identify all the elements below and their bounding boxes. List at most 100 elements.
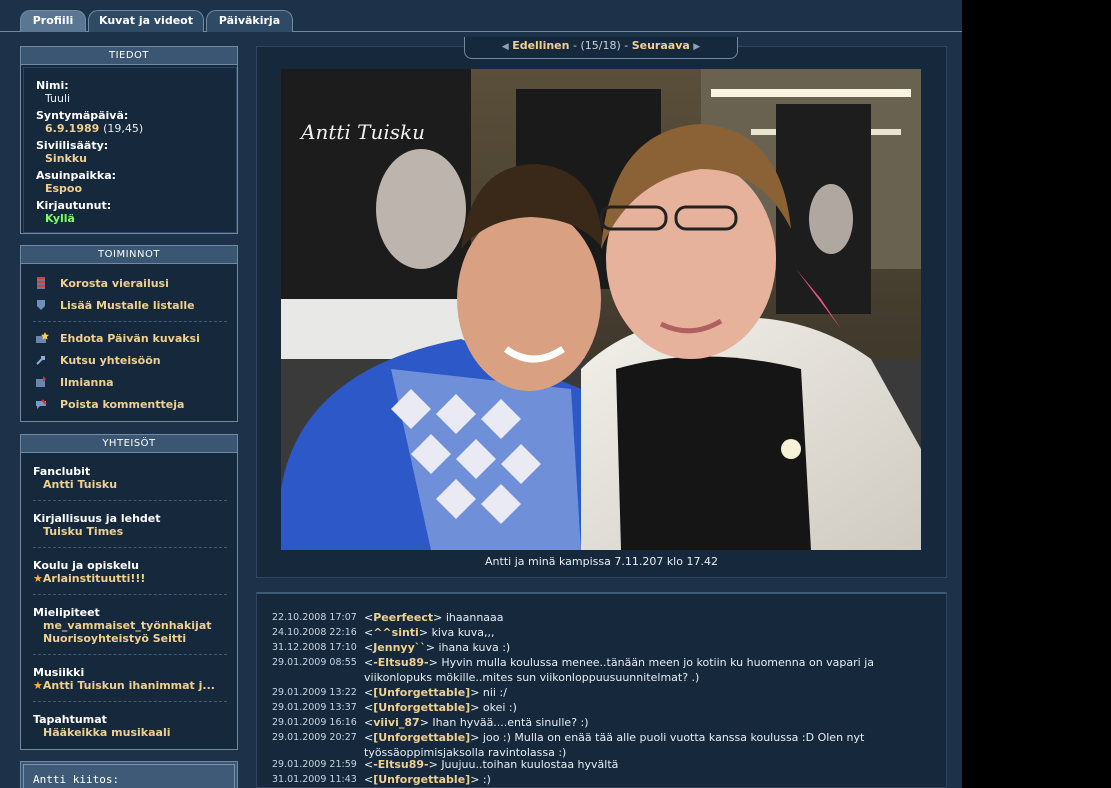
community-link[interactable]: Tuisku Times [43, 525, 123, 538]
next-arrow-icon: ▶ [693, 42, 701, 52]
comment-time: 31.01.2009 11:43 [272, 774, 357, 785]
action-label: Ilmianna [60, 375, 114, 389]
logged-row: Kirjautunut: Kyllä [36, 199, 111, 225]
comment-text: nii :/ [482, 686, 507, 699]
comment-nick[interactable]: viivi_87 [373, 716, 419, 729]
community-link[interactable]: Nuorisoyhteistyö Seitti [43, 632, 186, 645]
name-label: Nimi: [36, 79, 69, 92]
action-label: Korosta vierailusi [60, 276, 169, 290]
empty-area [962, 0, 1111, 788]
star-photo-icon [35, 332, 49, 344]
page: Profiili Kuvat ja videot Päiväkirja TIED… [0, 0, 962, 788]
comment-text: ihaannaaa [445, 611, 504, 624]
highlight-icon [37, 277, 45, 289]
delete-comments-action[interactable]: Poista kommentteja [35, 396, 184, 412]
birthday-label: Syntymäpäivä: [36, 109, 129, 122]
star-icon: ★ [33, 679, 43, 692]
tab-profile[interactable]: Profiili [20, 10, 86, 32]
status-label: Siviilisääty: [36, 139, 109, 152]
actions-box: TOIMINNOT Korosta vierailusi Lisää Musta… [20, 245, 238, 422]
comment-time: 29.01.2009 16:16 [272, 717, 357, 728]
community-link[interactable]: Hääkeikka musikaali [43, 726, 171, 739]
star-icon: ★ [33, 572, 43, 585]
city-row: Asuinpaikka: Espoo [36, 169, 116, 195]
status-value: Sinkku [45, 152, 87, 165]
communities-header: YHTEISÖT [21, 435, 237, 453]
divider [33, 547, 227, 548]
comment-text: ihana kuva :) [438, 641, 511, 654]
photo-caption: Antti ja minä kampissa 7.11.207 klo 17.4… [485, 555, 718, 568]
city-label: Asuinpaikka: [36, 169, 117, 182]
name-value: Tuuli [45, 92, 71, 105]
photo-illustration: Antti Tuisku [281, 69, 921, 550]
shield-icon [35, 299, 47, 311]
birthday-row: Syntymäpäivä: 6.9.1989 (19,45) [36, 109, 143, 135]
comment-text: Juujuu..toihan kuulostaa hyvältä [441, 758, 619, 771]
comment-time: 29.01.2009 13:22 [272, 687, 357, 698]
report-icon [35, 376, 47, 388]
comment-time: 31.12.2008 17:10 [272, 642, 357, 653]
age-value: (19,45) [103, 122, 144, 135]
thanks-box: Antti kiitos: [20, 761, 238, 788]
highlight-visit-action[interactable]: Korosta vierailusi [35, 275, 169, 291]
blacklist-action[interactable]: Lisää Mustalle listalle [35, 297, 195, 313]
comment-nick[interactable]: [Unforgettable] [373, 731, 470, 744]
suggest-photo-action[interactable]: Ehdota Päivän kuvaksi [35, 330, 200, 346]
prev-arrow-icon: ◀ [501, 42, 509, 52]
comment-nick[interactable]: [Unforgettable] [373, 686, 470, 699]
invite-icon [35, 354, 47, 366]
divider [33, 654, 227, 655]
comment-time: 29.01.2009 13:37 [272, 702, 357, 713]
community-link-label: Arlainstituutti!!! [42, 572, 146, 585]
tab-bar: Profiili Kuvat ja videot Päiväkirja [0, 0, 962, 32]
group-title: Musiikki [33, 666, 85, 679]
comment-time: 22.10.2008 17:07 [272, 612, 357, 623]
comment-text: kiva kuva,,, [431, 626, 495, 639]
comment-nick[interactable]: Jennyy`` [373, 641, 426, 654]
city-value: Espoo [45, 182, 83, 195]
photo[interactable]: Antti Tuisku [281, 69, 921, 550]
tab-photos-videos[interactable]: Kuvat ja videot [88, 10, 204, 32]
logged-value: Kyllä [45, 212, 75, 225]
group-title: Koulu ja opiskelu [33, 559, 140, 572]
community-link[interactable]: me_vammaiset_työnhakijat [43, 619, 212, 632]
next-link[interactable]: Seuraava [632, 39, 690, 52]
community-link[interactable]: Antti Tuisku [43, 478, 117, 491]
comment-nick[interactable]: -Eltsu89- [373, 758, 428, 771]
action-label: Poista kommentteja [60, 397, 185, 411]
poster-text: Antti Tuisku [299, 120, 425, 144]
comment-time: 29.01.2009 08:55 [272, 657, 357, 668]
comments-panel: 22.10.2008 17:07 <Peerfeect> ihaannaaa 2… [256, 592, 947, 788]
report-action[interactable]: Ilmianna [35, 374, 114, 390]
divider [33, 500, 227, 501]
comment-nick[interactable]: -Eltsu89- [373, 656, 428, 669]
communities-box: YHTEISÖT Fanclubit Antti Tuisku Kirjalli… [20, 434, 238, 750]
name-row: Nimi: Tuuli [36, 79, 70, 105]
group-title: Tapahtumat [33, 713, 107, 726]
comment-time: 29.01.2009 20:27 [272, 732, 357, 743]
comment-nick[interactable]: Peerfeect [373, 611, 433, 624]
group-title: Fanclubit [33, 465, 91, 478]
comment-time: 24.10.2008 22:16 [272, 627, 357, 638]
photo-nav: ◀ Edellinen - (15/18) - Seuraava ▶ [464, 37, 738, 59]
community-link[interactable]: ★Arlainstituutti!!! [33, 572, 145, 585]
comment-nick[interactable]: [Unforgettable] [373, 773, 470, 786]
community-link[interactable]: ★Antti Tuiskun ihanimmat j... [33, 679, 215, 692]
group-title: Kirjallisuus ja lehdet [33, 512, 161, 525]
action-label: Lisää Mustalle listalle [60, 298, 195, 312]
photo-counter: (15/18) [580, 39, 621, 52]
action-label: Ehdota Päivän kuvaksi [60, 331, 200, 345]
comment-nick[interactable]: ^^sinti [373, 626, 419, 639]
divider [33, 701, 227, 702]
comment-time: 29.01.2009 21:59 [272, 759, 357, 770]
tab-diary[interactable]: Päiväkirja [206, 10, 293, 32]
invite-action[interactable]: Kutsu yhteisöön [35, 352, 161, 368]
info-box: TIEDOT Nimi: Tuuli Syntymäpäivä: 6.9.198… [20, 46, 238, 234]
thanks-text: Antti kiitos: [23, 764, 235, 788]
prev-link[interactable]: Edellinen [512, 39, 569, 52]
action-label: Kutsu yhteisöön [60, 353, 161, 367]
comment-nick[interactable]: [Unforgettable] [373, 701, 470, 714]
actions-header: TOIMINNOT [21, 246, 237, 264]
delete-comments-icon [35, 398, 47, 410]
status-row: Siviilisääty: Sinkku [36, 139, 108, 165]
